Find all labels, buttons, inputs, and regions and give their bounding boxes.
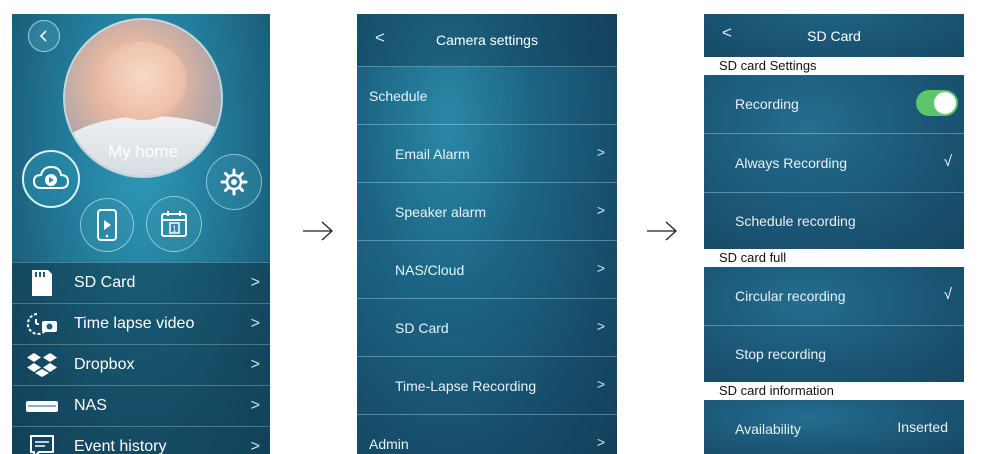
menu-item-event-history[interactable]: Event history > xyxy=(12,426,270,454)
row-label: Speaker alarm xyxy=(395,203,487,220)
menu-item-label: Event history xyxy=(74,438,167,454)
menu-item-dropbox[interactable]: Dropbox > xyxy=(12,344,270,385)
chevron-right-icon: > xyxy=(596,376,605,392)
section-header: SD card full xyxy=(704,249,964,267)
availability-row: Availability Inserted xyxy=(704,400,964,454)
home-menu: SD Card > Time lapse video > Dropbox > N… xyxy=(12,262,270,454)
time-lapse-camera-icon xyxy=(20,311,64,337)
phone-playback-button[interactable] xyxy=(80,198,134,252)
always-recording-row[interactable]: Always Recording √ xyxy=(704,134,964,193)
flow-arrow-icon xyxy=(303,221,333,241)
row-label: Circular recording xyxy=(735,288,846,304)
chevron-right-icon: > xyxy=(596,202,605,218)
row-label: Admin xyxy=(369,435,409,452)
row-label: Schedule recording xyxy=(735,213,856,229)
nav-bar: < Camera settings xyxy=(357,14,617,67)
nas-drive-icon xyxy=(20,397,64,415)
section-header: SD card Settings xyxy=(704,57,964,75)
sd-card-screen: < SD Card SD card Settings Recording Alw… xyxy=(704,14,964,454)
page-title: SD Card xyxy=(807,27,861,44)
menu-item-label: Time lapse video xyxy=(74,315,195,332)
phone-video-icon xyxy=(97,209,117,241)
settings-row-speaker-alarm[interactable]: Speaker alarm > xyxy=(357,183,617,241)
sd-full-section: Circular recording √ Stop recording xyxy=(704,267,964,382)
chevron-right-icon: > xyxy=(596,260,605,276)
schedule-recording-row[interactable]: Schedule recording xyxy=(704,193,964,249)
chevron-right-icon: > xyxy=(596,144,605,160)
sd-card-icon xyxy=(20,269,64,297)
circular-recording-row[interactable]: Circular recording √ xyxy=(704,267,964,326)
svg-text:1: 1 xyxy=(172,225,177,234)
stop-recording-row[interactable]: Stop recording xyxy=(704,326,964,382)
home-screen: My home 1 SD Card > Time lapse video > D… xyxy=(12,14,270,454)
chevron-left-icon xyxy=(39,30,47,42)
row-label: Schedule xyxy=(369,87,428,104)
menu-item-label: NAS xyxy=(74,397,107,414)
settings-row-schedule[interactable]: Schedule xyxy=(357,67,617,125)
settings-row-admin[interactable]: Admin > xyxy=(357,415,617,454)
row-label: Time-Lapse Recording xyxy=(395,377,537,394)
row-label: NAS/Cloud xyxy=(395,261,465,278)
recording-row: Recording xyxy=(704,75,964,134)
nav-bar: < SD Card xyxy=(704,14,964,57)
checkmark-icon: √ xyxy=(943,153,952,170)
chevron-right-icon: > xyxy=(250,274,260,291)
sd-settings-section: Recording Always Recording √ Schedule re… xyxy=(704,75,964,249)
row-label: Always Recording xyxy=(735,155,848,171)
back-button[interactable]: < xyxy=(375,28,385,48)
home-name-label: My home xyxy=(108,142,178,161)
back-button[interactable] xyxy=(28,20,60,52)
page-title: Camera settings xyxy=(436,32,538,48)
row-label: Stop recording xyxy=(735,346,827,362)
recording-toggle[interactable] xyxy=(916,90,958,116)
row-label: Recording xyxy=(735,96,799,112)
chevron-right-icon: > xyxy=(596,318,605,334)
cloud-play-icon xyxy=(32,165,70,189)
flow-arrow-icon xyxy=(647,221,677,241)
sd-info-section: Availability Inserted xyxy=(704,400,964,454)
calendar-button[interactable]: 1 xyxy=(146,196,202,252)
chevron-right-icon: > xyxy=(250,315,260,332)
chevron-right-icon: > xyxy=(250,356,260,373)
chevron-right-icon: > xyxy=(250,438,260,454)
availability-value: Inserted xyxy=(897,419,948,435)
settings-row-email-alarm[interactable]: Email Alarm > xyxy=(357,125,617,183)
row-label: SD Card xyxy=(395,319,449,336)
menu-item-time-lapse[interactable]: Time lapse video > xyxy=(12,303,270,344)
section-header: SD card information xyxy=(704,382,964,400)
settings-row-nas-cloud[interactable]: NAS/Cloud > xyxy=(357,241,617,299)
menu-item-sd-card[interactable]: SD Card > xyxy=(12,262,270,303)
checkmark-icon: √ xyxy=(943,286,952,303)
back-button[interactable]: < xyxy=(722,23,732,43)
calendar-icon: 1 xyxy=(161,211,187,237)
chevron-right-icon: > xyxy=(596,434,605,450)
menu-item-label: Dropbox xyxy=(74,356,135,373)
gear-icon xyxy=(220,168,248,196)
menu-item-label: SD Card xyxy=(74,274,136,291)
settings-button[interactable] xyxy=(206,154,262,210)
cloud-playback-button[interactable] xyxy=(22,150,80,208)
camera-settings-screen: < Camera settings Schedule Email Alarm >… xyxy=(357,14,617,454)
settings-row-sd-card[interactable]: SD Card > xyxy=(357,299,617,357)
row-label: Email Alarm xyxy=(395,145,470,162)
chevron-right-icon: > xyxy=(250,397,260,414)
settings-row-time-lapse[interactable]: Time-Lapse Recording > xyxy=(357,357,617,415)
menu-item-nas[interactable]: NAS > xyxy=(12,385,270,426)
row-label: Availability xyxy=(735,421,801,437)
chat-bubble-icon xyxy=(20,434,64,454)
dropbox-icon xyxy=(20,352,64,378)
